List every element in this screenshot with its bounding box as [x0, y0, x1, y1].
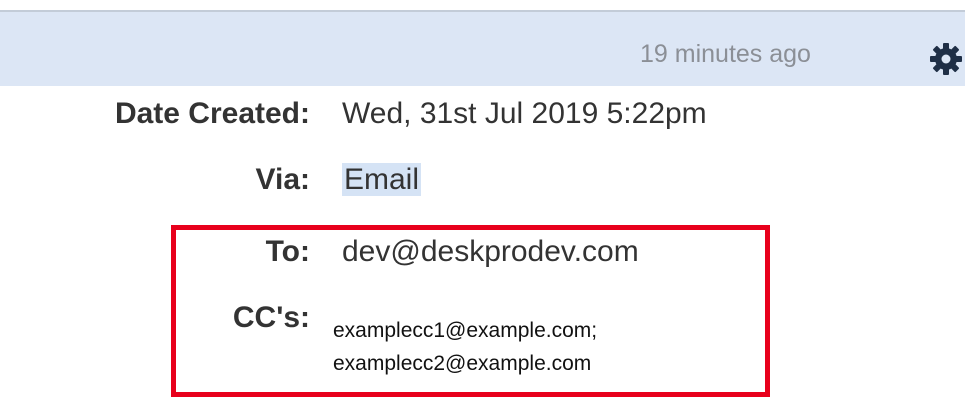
via-value: Email — [342, 163, 422, 197]
via-row: Via: Email — [0, 163, 965, 203]
via-label: Via: — [255, 163, 310, 196]
top-edge — [0, 0, 965, 10]
date-created-row: Date Created: Wed, 31st Jul 2019 5:22pm — [0, 97, 965, 137]
gear-icon-svg — [930, 43, 962, 75]
via-value-text[interactable]: Email — [342, 163, 422, 196]
highlight-callout-box — [171, 225, 770, 397]
timestamp: 19 minutes ago — [640, 40, 811, 68]
date-created-label: Date Created: — [114, 97, 310, 130]
date-created-value: Wed, 31st Jul 2019 5:22pm — [342, 97, 707, 130]
gear-icon[interactable] — [926, 39, 965, 79]
header-bar: 19 minutes ago — [0, 10, 965, 86]
ticket-details-panel: 19 minutes ago Date Created: Wed, 31st J… — [0, 0, 965, 403]
